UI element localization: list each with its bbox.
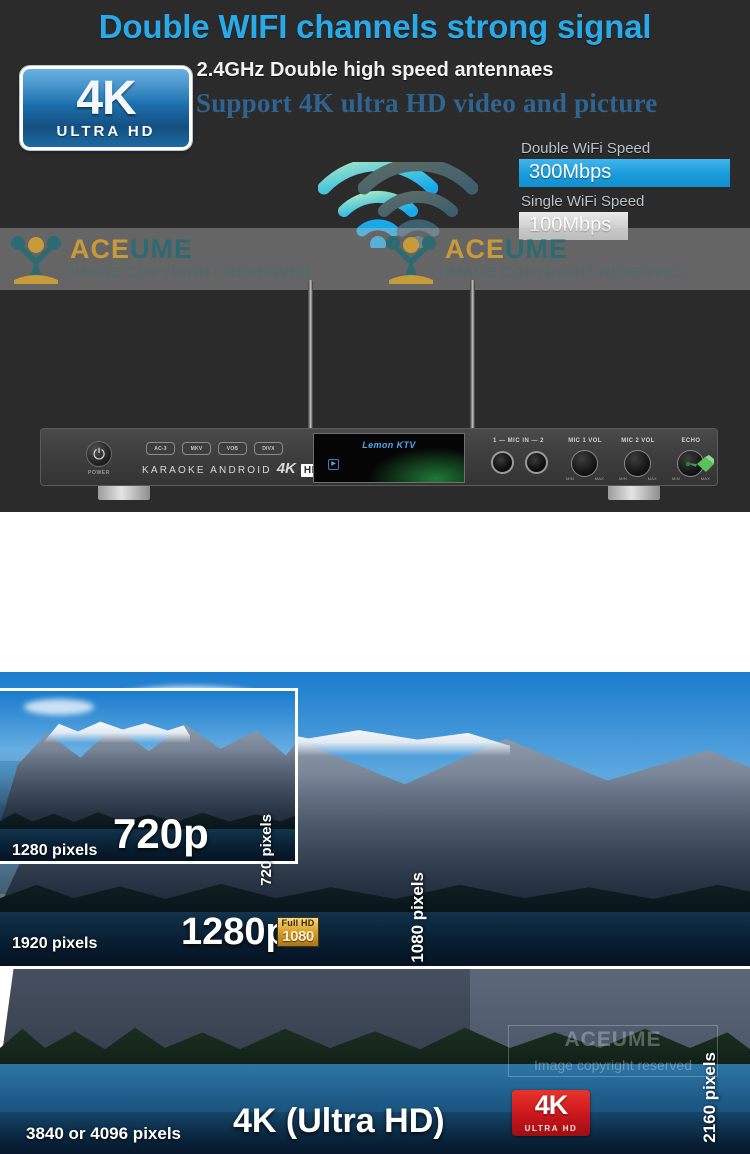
watermark-brand: ACEUME [70,234,194,264]
knob-min-label: MIN [672,476,680,481]
res-width-720p: 1280 pixels [12,842,98,859]
watermark-unit: ACEUME IMAGE COPYRIGHT RESERVED [0,228,375,290]
4k-badge-title: 4K [76,72,136,125]
power-button[interactable]: ⏻ [86,441,112,467]
watermark-brand: ACEUME [445,234,569,264]
knob-max-label: MAX [647,476,657,481]
watermark-subtext: IMAGE COPYRIGHT RESERVED [445,264,686,281]
resolution-comparison-figure: 720p 1280 pixels 720 pixels 1280p 1920 p… [0,672,750,1154]
device-foot-right [608,486,660,500]
mic1-volume-knob[interactable] [571,450,598,477]
full-hd-badge-number: 1080 [282,928,314,945]
screen-glow [369,448,464,482]
res-label-720p: 720p [113,810,209,857]
device-display-screen: Lemon KTV ▶ [313,433,465,483]
mic-in-label: 1 — MIC IN — 2 [493,438,545,444]
echo-label: ECHO [681,438,701,444]
res-width-1080: 1920 pixels [12,935,98,952]
panel-wordmark-4k: 4K [276,460,296,477]
wifi-headline: Double WIFI channels strong signal [98,8,652,45]
screen-status-icon: ▶ [328,459,339,470]
res-width-4k: 3840 or 4096 pixels [26,1124,182,1143]
knob-max-label: MAX [594,476,604,481]
red-badge-title: 4K [534,1090,569,1120]
panel-wordmark-prefix: KARAOKE ANDROID [142,465,272,476]
wifi-speed-legend: Double WiFi Speed 300Mbps Single WiFi Sp… [519,140,739,240]
knob-min-label: MIN [619,476,627,481]
watermark-subtext: IMAGE COPYRIGHT RESERVED [70,264,311,281]
format-badge: AC-3 [146,442,175,455]
full-hd-1080-badge: Full HD 1080 [277,917,319,947]
4k-ultra-hd-red-badge: 4K ULTRA HD [512,1090,590,1136]
bottom-watermark: ACEUME Image copyright reserved [508,1025,718,1077]
bottom-watermark-subtext: Image copyright reserved [534,1057,692,1073]
format-badge: DIVX [254,442,283,455]
4k-badge-subtitle: ULTRA HD [56,123,156,140]
mic1-knob-scale: MIN MAX [557,476,613,481]
format-logo-badges: AC-3 MKV VOB DIVX [146,442,283,455]
mic2-knob-scale: MIN MAX [610,476,666,481]
mic2-volume-label: MIC 2 VOL [621,438,655,444]
panel-wordmark: KARAOKE ANDROID 4K HD [142,460,323,477]
karaoke-device-front-panel: ⏻ POWER AC-3 MKV VOB DIVX KARAOKE ANDROI… [40,428,718,486]
single-wifi-speed-caption: Single WiFi Speed [521,193,645,210]
knob-min-label: MIN [566,476,574,481]
antenna-right [470,280,475,430]
double-wifi-speed-caption: Double WiFi Speed [521,140,651,157]
red-badge-subtitle: ULTRA HD [524,1124,578,1133]
mic-control-section: 1 — MIC IN — 2 MIC 1 VOL MIN MAX MIC 2 V… [473,429,719,485]
showcase-headline: Support 4K ultra HD video and picture [196,88,658,118]
power-icon: ⏻ [93,445,105,463]
res-height-1080: 1080 pixels [408,872,427,963]
mic-input-jack-2[interactable] [525,451,548,474]
knob-max-label: MAX [700,476,710,481]
remote-control-icon [685,455,714,472]
device-foot-left [98,486,150,500]
format-badge: VOB [218,442,247,455]
watermark-unit: ACEUME IMAGE COPYRIGHT RESERVED [375,228,750,290]
4k-ultra-hd-badge: 4K ULTRA HD [20,66,192,150]
echo-knob-scale: MIN MAX [663,476,719,481]
aceume-logo-icon [386,236,436,284]
aceume-logo-icon [11,236,61,284]
mic-input-jack-1[interactable] [491,451,514,474]
double-wifi-speed-value: 300Mbps [519,159,730,187]
watermark-band: ACEUME IMAGE COPYRIGHT RESERVED ACEUME I… [0,228,750,290]
power-button-label: POWER [88,470,110,476]
res-label-1280p: 1280p [181,911,289,953]
bottom-watermark-brand: ACEUME [564,1028,662,1051]
screen-title: Lemon KTV [362,440,416,450]
mic2-volume-knob[interactable] [624,450,651,477]
res-height-720p: 720 pixels [258,814,275,886]
antenna-left [308,280,313,430]
format-badge: MKV [182,442,211,455]
res-label-4k: 4K (Ultra HD) [233,1102,445,1140]
mic1-volume-label: MIC 1 VOL [568,438,602,444]
